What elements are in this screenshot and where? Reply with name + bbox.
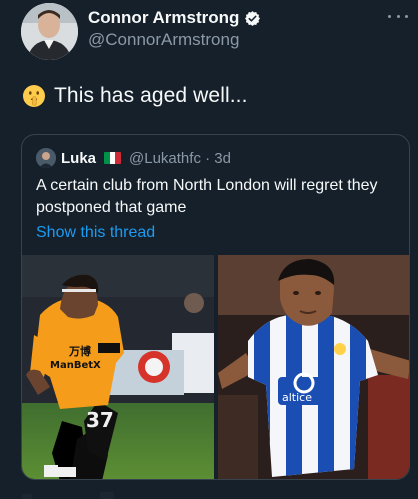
italy-flag-icon	[104, 152, 122, 164]
more-options-icon[interactable]	[388, 8, 408, 24]
shirt-badge: 万博	[68, 344, 91, 358]
quoted-handle-time: @Lukathfc · 3d	[129, 149, 231, 167]
tweet-body: This has aged well...	[22, 84, 248, 108]
author-handle[interactable]: @ConnorArmstrong	[88, 30, 239, 50]
quoted-tweet[interactable]: Luka @Lukathfc · 3d A certain club from …	[21, 134, 410, 480]
shirt-sponsor-altice: altice	[282, 391, 312, 404]
verified-badge-icon	[245, 10, 261, 26]
quoted-author-name: Luka	[61, 149, 97, 167]
photo-porto-player[interactable]: altice	[218, 255, 409, 479]
author-avatar[interactable]	[21, 3, 78, 60]
tweet-header: Connor Armstrong @ConnorArmstrong	[0, 0, 418, 60]
show-thread-link[interactable]: Show this thread	[36, 224, 155, 242]
media-grid: 万博 ManBetX 37 altice	[22, 255, 409, 479]
action-bar-partial	[22, 492, 114, 499]
shorts-number: 37	[86, 408, 114, 432]
quoted-author-avatar	[36, 148, 56, 168]
shushing-face-icon	[23, 85, 45, 107]
author-name[interactable]: Connor Armstrong	[88, 8, 239, 28]
shirt-sponsor: ManBetX	[50, 360, 101, 371]
tweet-text: This has aged well...	[54, 84, 248, 107]
photo-wolves-player[interactable]: 万博 ManBetX 37	[22, 255, 214, 479]
quoted-text: A certain club from North London will re…	[36, 177, 378, 216]
